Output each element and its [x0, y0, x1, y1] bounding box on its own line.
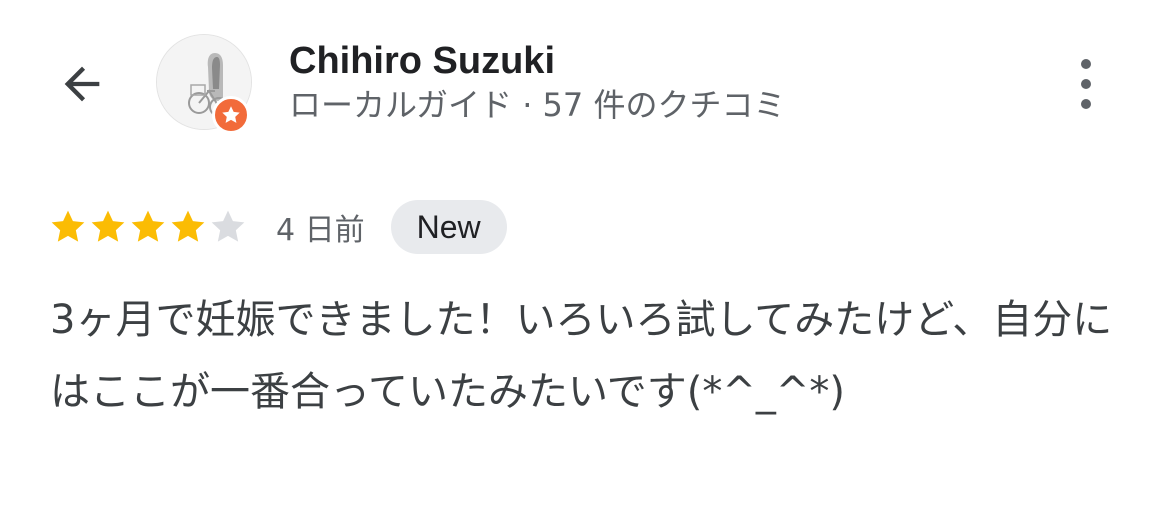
local-guide-star-icon [222, 106, 240, 123]
new-badge: New [390, 200, 507, 254]
arrow-left-icon [64, 66, 100, 102]
review-header: Chihiro Suzuki ローカルガイド · 57 件のクチコミ [0, 0, 1170, 165]
star-filled-icon [171, 210, 205, 242]
star-filled-icon [91, 210, 125, 242]
star-rating [48, 207, 248, 247]
reviewer-meta: ローカルガイド · 57 件のクチコミ [289, 86, 786, 124]
more-vert-icon [1081, 59, 1091, 109]
local-guide-badge [212, 96, 250, 134]
star-filled-icon [51, 210, 85, 242]
rating-row: 4 日前 New [48, 200, 507, 254]
review-date: 4 日前 [276, 213, 365, 248]
more-options-button[interactable] [1062, 52, 1110, 116]
back-button[interactable] [50, 52, 114, 116]
star-filled-icon [131, 210, 165, 242]
review-text: 3ヶ月で妊娠できました！いろいろ試してみたけど、自分にはここが一番合っていたみた… [50, 297, 1113, 415]
reviewer-name[interactable]: Chihiro Suzuki [289, 38, 555, 84]
star-empty-icon [211, 210, 245, 242]
